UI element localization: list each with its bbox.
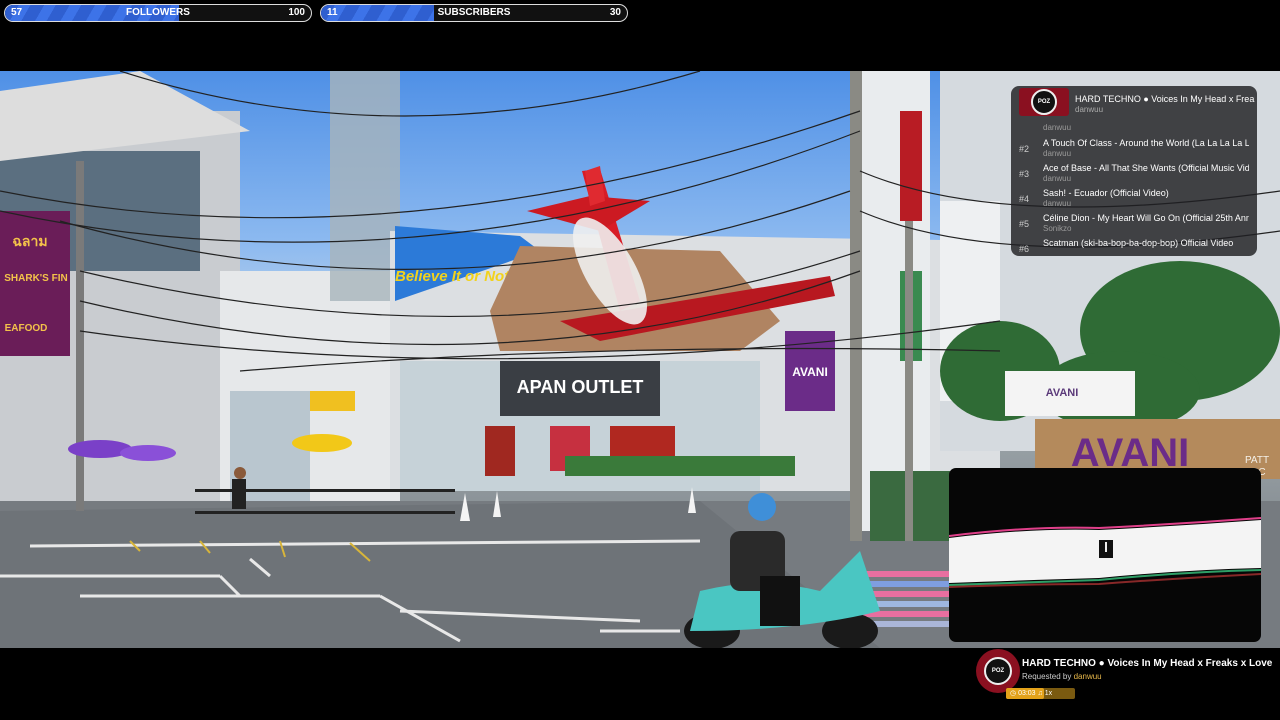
now-playing-album-art: POZ bbox=[976, 649, 1020, 693]
playlist-item: #6 Scatman (ski-ba-bop-ba-dop-bop) Offic… bbox=[1019, 238, 1251, 256]
followers-target: 100 bbox=[288, 7, 305, 18]
playlist-item-number: #3 bbox=[1019, 169, 1030, 179]
sharks-fin-text: SHARK'S FIN bbox=[4, 273, 68, 284]
clock-icon: ◷ bbox=[1010, 690, 1017, 697]
now-playing-speed: ♫ 1x bbox=[1037, 690, 1053, 697]
ripleys-sign-text: Believe It or Not ! bbox=[395, 268, 518, 285]
playlist-item-title: A Touch Of Class - Around the World (La … bbox=[1043, 138, 1249, 148]
now-playing-time-value: 03:03 bbox=[1018, 690, 1036, 697]
playlist-item-title: Ace of Base - All That She Wants (Offici… bbox=[1043, 163, 1249, 173]
requester-name: danwuu bbox=[1073, 672, 1102, 681]
playlist-item-requester: danwuu bbox=[1043, 123, 1072, 132]
followers-label: FOLLOWERS bbox=[126, 7, 190, 18]
playlist-item: #3 Ace of Base - All That She Wants (Off… bbox=[1019, 163, 1251, 187]
avani-tent-text: AVANI bbox=[1046, 387, 1079, 399]
playlist-now-playing: POZ HARD TECHNO ● Voices In My Head x Fr… bbox=[1019, 88, 1255, 118]
requested-by-label: Requested by bbox=[1022, 672, 1072, 681]
playlist-item-title: Scatman (ski-ba-bop-ba-dop-bop) Official… bbox=[1043, 238, 1234, 248]
playlist-now-title: HARD TECHNO ● Voices In My Head x Freaks… bbox=[1075, 94, 1255, 104]
playlist-art-badge: POZ bbox=[1031, 89, 1057, 115]
playlist-item-requester: danwuu bbox=[1043, 149, 1072, 158]
playlist-item-title: Sash! - Ecuador (Official Video) bbox=[1043, 188, 1169, 198]
now-playing-progress-bar: ◷ 03:03 ♫ 1x bbox=[1006, 688, 1075, 699]
playlist-item: #5 Céline Dion - My Heart Will Go On (Of… bbox=[1019, 213, 1251, 237]
playlist-item: #2 A Touch Of Class - Around the World (… bbox=[1019, 138, 1251, 162]
playlist-item-number: #6 bbox=[1019, 244, 1030, 254]
followers-goal-bar: 57 FOLLOWERS 100 bbox=[4, 4, 312, 22]
japan-outlet-text: APAN OUTLET bbox=[517, 377, 644, 397]
avani-small-sign-text: AVANI bbox=[792, 365, 828, 379]
playlist-item-requester: danwuu bbox=[1043, 199, 1072, 208]
now-playing-art-badge: POZ bbox=[984, 657, 1012, 685]
playlist-item-number: #2 bbox=[1019, 144, 1030, 154]
subscribers-target: 30 bbox=[609, 7, 621, 18]
now-playing-widget: POZ HARD TECHNO ● Voices In My Head x Fr… bbox=[976, 648, 1276, 708]
playlist-item-number: #5 bbox=[1019, 219, 1030, 229]
visualizer-waveform bbox=[949, 517, 1261, 588]
patt-text: PATT bbox=[1245, 455, 1269, 466]
playlist-album-art: POZ bbox=[1019, 88, 1069, 116]
playlist-item-title: Céline Dion - My Heart Will Go On (Offic… bbox=[1043, 213, 1249, 223]
playlist-item: #4 Sash! - Ecuador (Official Video) danw… bbox=[1019, 188, 1251, 212]
sharks-fin-thai-text: ฉลาม bbox=[12, 233, 47, 249]
playlist-item-number: #4 bbox=[1019, 194, 1030, 204]
playlist-now-requester: danwuu bbox=[1075, 105, 1104, 114]
now-playing-title: HARD TECHNO ● Voices In My Head x Freaks… bbox=[1022, 658, 1272, 669]
subscribers-label: SUBSCRIBERS bbox=[437, 7, 511, 18]
playlist-widget: POZ HARD TECHNO ● Voices In My Head x Fr… bbox=[1011, 86, 1257, 256]
playlist-item-requester: Sonikzo bbox=[1043, 224, 1072, 233]
now-playing-requester: Requested by danwuu bbox=[1022, 672, 1102, 681]
seafood-text: EAFOOD bbox=[5, 323, 48, 334]
subscribers-goal-bar: 11 SUBSCRIBERS 30 bbox=[320, 4, 628, 22]
playlist-item-requester: danwuu bbox=[1043, 174, 1072, 183]
audio-visualizer bbox=[949, 468, 1261, 642]
now-playing-time: ◷ 03:03 ♫ 1x bbox=[1010, 688, 1052, 699]
